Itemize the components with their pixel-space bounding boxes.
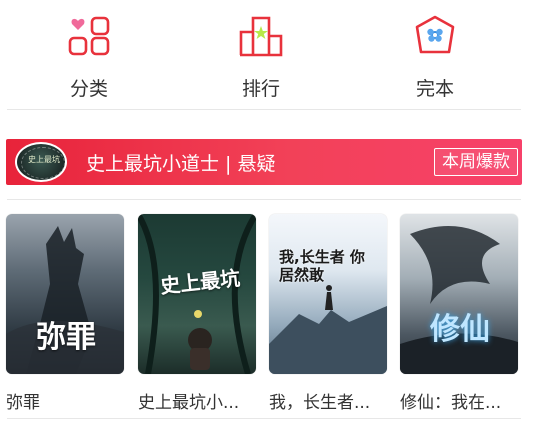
divider — [7, 199, 521, 200]
cover-art — [400, 226, 518, 374]
divider — [7, 418, 521, 419]
category-grid-icon — [67, 14, 111, 62]
nav-item-completed[interactable]: 完本 — [380, 0, 490, 108]
cover-title: 我,长生者 你居然敢 — [279, 248, 365, 284]
book-card[interactable]: 我,长生者 你居然敢 我，长生者... — [269, 214, 387, 413]
book-title: 修仙：我在... — [400, 393, 502, 413]
nav-label-category: 分类 — [69, 78, 108, 100]
book-card[interactable]: 修仙 修仙：我在... — [400, 214, 518, 413]
banner-avatar-text: 史上最坑 — [28, 155, 60, 164]
book-title: 我，长生者... — [269, 393, 371, 413]
cover-title: 修仙 — [430, 312, 490, 347]
top-navigation: 分类 排行 完本 — [0, 0, 541, 108]
banner-book-avatar: 史上最坑 — [15, 142, 67, 182]
book-card[interactable]: 弥罪 弥罪 — [6, 214, 124, 413]
banner-title: 史上最坑小道士 | 悬疑 — [86, 153, 276, 175]
nav-item-category[interactable]: 分类 — [34, 0, 144, 108]
divider — [7, 109, 521, 110]
cover-title: 弥罪 — [36, 320, 96, 355]
nav-item-ranking[interactable]: 排行 — [206, 0, 316, 108]
book-title: 史上最坑小... — [138, 393, 240, 413]
book-cover: 弥罪 — [6, 214, 124, 374]
banner-tag: 本周爆款 — [434, 148, 518, 176]
book-title: 弥罪 — [6, 393, 40, 413]
promo-banner[interactable]: 史上最坑 史上最坑小道士 | 悬疑 本周爆款 — [6, 139, 522, 185]
nav-label-completed: 完本 — [415, 78, 454, 100]
ranking-podium-icon — [237, 14, 285, 62]
book-cover: 修仙 — [400, 214, 518, 374]
book-card[interactable]: 史上最坑 史上最坑小... — [138, 214, 256, 413]
nav-label-ranking: 排行 — [241, 78, 280, 100]
book-cover: 史上最坑 — [138, 214, 256, 374]
cover-art — [269, 285, 387, 374]
completed-badge-icon — [412, 14, 458, 64]
book-cover: 我,长生者 你居然敢 — [269, 214, 387, 374]
